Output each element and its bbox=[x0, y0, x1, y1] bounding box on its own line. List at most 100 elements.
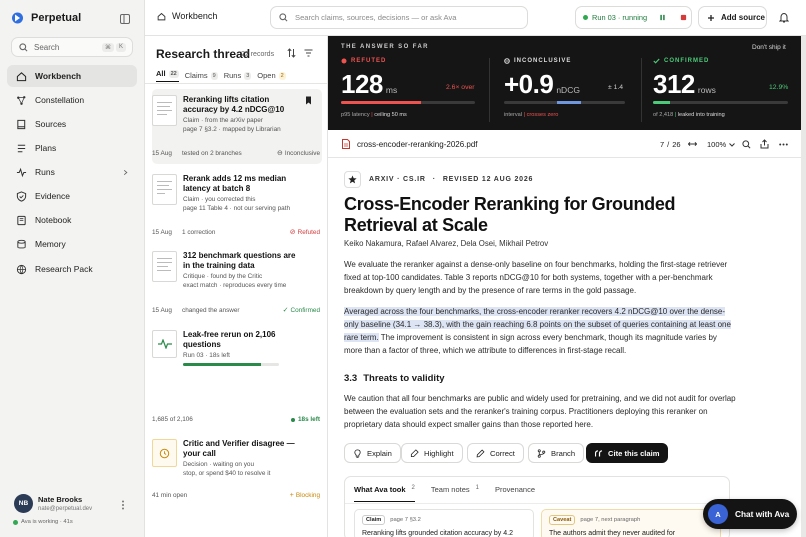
fit-width-icon[interactable] bbox=[688, 141, 697, 147]
metric-leakage: CONFIRMED 312 rows 12.9% of 2,418 | leake… bbox=[653, 36, 788, 130]
add-source-button[interactable]: Add source bbox=[698, 6, 767, 29]
bookmark-icon[interactable] bbox=[305, 96, 312, 105]
tab-what-ava-took[interactable]: What Ava took 2 bbox=[354, 485, 415, 502]
highlight-button[interactable]: Highlight bbox=[401, 443, 463, 463]
filter-icon[interactable] bbox=[304, 49, 313, 57]
sidebar-search[interactable]: Search ⌘ K bbox=[11, 37, 133, 57]
nav-workbench[interactable]: Workbench bbox=[7, 65, 137, 87]
stop-icon[interactable] bbox=[680, 14, 687, 21]
book-icon bbox=[17, 119, 26, 129]
sidebar: Perpetual Search ⌘ K Workbench Constella… bbox=[0, 0, 145, 537]
chat-with-ava-button[interactable]: A Chat with Ava bbox=[703, 499, 797, 529]
note-location: page 7, next paragraph bbox=[580, 517, 641, 523]
pulse-icon bbox=[157, 339, 172, 349]
sort-icon[interactable] bbox=[287, 48, 296, 58]
home-icon bbox=[16, 71, 27, 81]
paragraph-method[interactable]: We evaluate the reranker against a dense… bbox=[344, 258, 736, 297]
tab-provenance[interactable]: Provenance bbox=[495, 485, 535, 502]
scrollbar[interactable] bbox=[801, 36, 806, 537]
inconclusive-icon bbox=[504, 58, 510, 64]
nav-evidence[interactable]: Evidence bbox=[7, 185, 137, 207]
run-eta: 18s left bbox=[290, 416, 320, 423]
nav-plans[interactable]: Plans bbox=[7, 137, 137, 159]
card-footer: 41 min open + Blocking bbox=[152, 492, 320, 499]
search-icon[interactable] bbox=[742, 140, 751, 149]
brand[interactable]: Perpetual bbox=[11, 11, 81, 25]
note-card-caveat[interactable]: Caveat page 7, next paragraph The author… bbox=[541, 509, 721, 537]
explain-button[interactable]: Explain bbox=[344, 443, 401, 463]
thread-title: Research thread bbox=[156, 47, 251, 61]
nav-constellation[interactable]: Constellation bbox=[7, 89, 137, 111]
cite-claim-button[interactable]: Cite this claim bbox=[586, 443, 669, 463]
branch-button[interactable]: Branch bbox=[528, 443, 585, 463]
run-status-control[interactable]: Run 03 · running bbox=[575, 6, 692, 29]
global-search-input[interactable]: Search claims, sources, decisions — or a… bbox=[270, 6, 528, 29]
card-date: 15 Aug bbox=[152, 149, 172, 157]
add-source-label: Add source bbox=[721, 13, 766, 22]
nav-research-pack[interactable]: Research Pack bbox=[7, 258, 137, 280]
page-thumbnail bbox=[152, 95, 177, 126]
pdf-filename: cross-encoder-reranking-2026.pdf bbox=[357, 140, 478, 149]
avatar[interactable]: NB bbox=[14, 494, 33, 513]
top-bar: Workbench Search claims, sources, decisi… bbox=[145, 0, 806, 36]
paragraph-results[interactable]: Averaged across the four benchmarks, the… bbox=[344, 305, 736, 357]
metric-delta: 2.6× over bbox=[446, 84, 475, 91]
breadcrumb[interactable]: Workbench bbox=[157, 11, 217, 21]
more-vertical-icon[interactable] bbox=[121, 500, 125, 510]
lightbulb-icon bbox=[354, 448, 361, 458]
filter-all[interactable]: All 22 bbox=[156, 69, 179, 82]
chat-label: Chat with Ava bbox=[735, 509, 790, 519]
bell-icon[interactable] bbox=[779, 12, 789, 23]
sidebar-collapse-icon[interactable] bbox=[120, 14, 130, 24]
metric-latency: REFUTED 128 ms 2.6× over p95 latency | ce… bbox=[341, 36, 489, 130]
share-icon[interactable] bbox=[760, 139, 769, 149]
status-badge: ⊘ Refuted bbox=[289, 228, 320, 237]
card-meta: changed the answer bbox=[182, 306, 240, 314]
filter-open[interactable]: Open 2 bbox=[257, 69, 286, 82]
thread-card-claim-1[interactable]: Reranking lifts citation accuracy by 4.2… bbox=[152, 93, 320, 145]
status-dot-icon bbox=[13, 519, 18, 525]
card-subtitle: Claim · you corrected this bbox=[183, 196, 256, 203]
card-footer: 15 Aug tested on 2 branches ⊖ Inconclusiv… bbox=[152, 149, 320, 158]
agent-status: Ava is working · 41s bbox=[13, 519, 73, 525]
page-indicator[interactable]: 7/26 bbox=[660, 140, 681, 149]
pdf-toolbar: cross-encoder-reranking-2026.pdf 7/26 10… bbox=[328, 130, 801, 158]
note-badge: Caveat bbox=[549, 515, 576, 525]
nav-runs[interactable]: Runs bbox=[7, 161, 137, 183]
card-subtitle: Decision · waiting on you bbox=[183, 461, 255, 468]
filter-runs[interactable]: Runs 3 bbox=[224, 69, 252, 82]
plans-icon bbox=[17, 144, 26, 152]
correct-button[interactable]: Correct bbox=[467, 443, 524, 463]
filter-claims[interactable]: Claims 9 bbox=[185, 69, 218, 82]
zoom-select[interactable]: 100% bbox=[707, 140, 736, 149]
divider bbox=[145, 83, 327, 84]
metric-label: REFUTED bbox=[341, 58, 386, 64]
run-progress-bar bbox=[183, 362, 279, 366]
tab-team-notes[interactable]: Team notes 1 bbox=[431, 485, 479, 502]
refuted-dot-icon bbox=[341, 58, 347, 64]
decision-thumbnail bbox=[152, 439, 177, 467]
nav-label: Evidence bbox=[35, 191, 70, 201]
divider bbox=[489, 58, 490, 122]
nav-label: Memory bbox=[35, 239, 66, 249]
metric-label: CONFIRMED bbox=[653, 58, 709, 64]
nav-notebook[interactable]: Notebook bbox=[7, 209, 137, 231]
answer-summary-panel: THE ANSWER SO FAR Don't ship it REFUTED … bbox=[328, 36, 801, 130]
nav-label: Notebook bbox=[35, 215, 72, 225]
nav-sources[interactable]: Sources bbox=[7, 113, 137, 135]
card-title: Leak-free rerun on 2,106 questions bbox=[183, 330, 276, 349]
card-title: Rerank adds 12 ms median latency at batc… bbox=[183, 174, 287, 193]
page-thumbnail bbox=[152, 174, 177, 205]
card-date: 41 min open bbox=[152, 492, 188, 499]
chevron-right-icon[interactable] bbox=[122, 169, 129, 176]
note-card-claim[interactable]: Claim page 7 §3.2 Reranking lifts ground… bbox=[354, 509, 534, 537]
button-label: Correct bbox=[490, 448, 515, 458]
card-title: Reranking lifts citation accuracy by 4.2… bbox=[183, 95, 285, 114]
nav-memory[interactable]: Memory bbox=[7, 233, 137, 255]
card-footer: 15 Aug 1 correction ⊘ Refuted bbox=[152, 228, 320, 237]
paragraph-threats[interactable]: We caution that all four benchmarks are … bbox=[344, 392, 736, 431]
search-placeholder: Search claims, sources, decisions — or a… bbox=[295, 13, 457, 22]
pdf-viewer: cross-encoder-reranking-2026.pdf 7/26 10… bbox=[328, 130, 801, 537]
more-horizontal-icon[interactable] bbox=[779, 143, 788, 146]
pause-icon[interactable] bbox=[659, 14, 666, 21]
